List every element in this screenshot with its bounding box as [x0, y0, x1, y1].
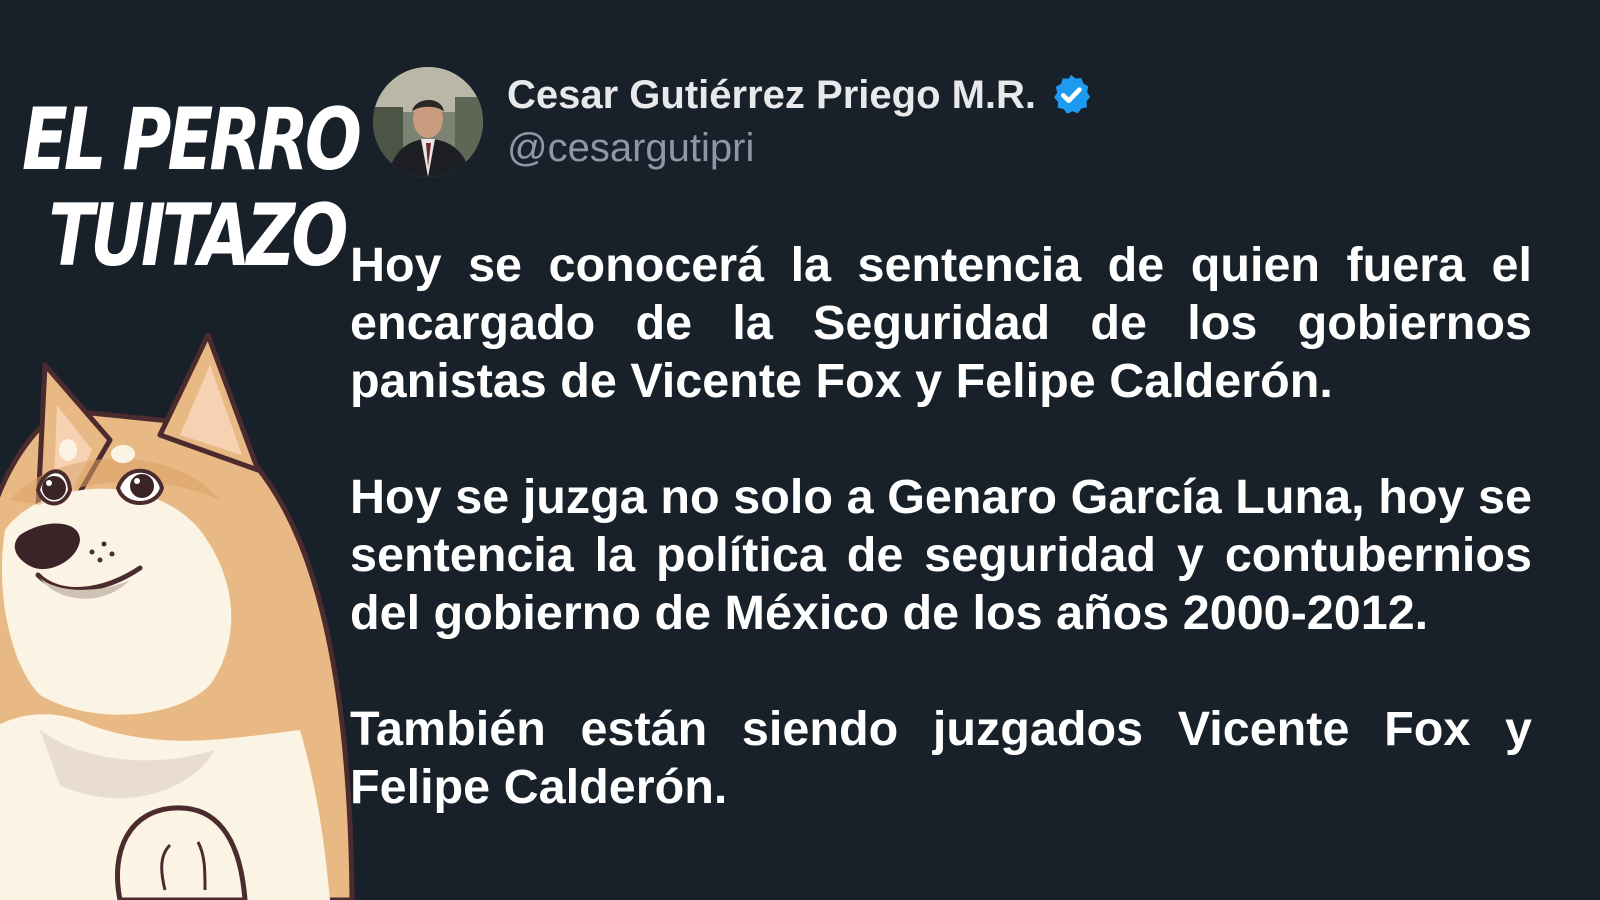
- tweet-paragraph-1: Hoy se conocerá la sentencia de quien fu…: [350, 238, 1532, 408]
- brand-title-line-2: TUITAZO: [48, 186, 349, 286]
- tweet-header: Cesar Gutiérrez Priego M.R. @cesargutipr…: [373, 66, 1094, 178]
- author-name-row: Cesar Gutiérrez Priego M.R.: [507, 71, 1094, 119]
- tweet-paragraph-2: Hoy se juzga no solo a Genaro García Lun…: [350, 470, 1532, 640]
- author-display-name[interactable]: Cesar Gutiérrez Priego M.R.: [507, 71, 1036, 119]
- brand-title: EL PERRO TUITAZO: [22, 90, 362, 286]
- brand-title-line-1: EL PERRO: [22, 90, 362, 190]
- author-handle[interactable]: @cesargutipri: [507, 123, 1094, 173]
- author-identity: Cesar Gutiérrez Priego M.R. @cesargutipr…: [507, 71, 1094, 173]
- doge-mascot-illustration: [0, 332, 355, 900]
- tweet-paragraph-3: También están siendo juzgados Vicente Fo…: [350, 702, 1532, 814]
- avatar[interactable]: [373, 67, 483, 177]
- tweet-body: Hoy se conocerá la sentencia de quien fu…: [350, 236, 1532, 816]
- verified-badge-icon: [1054, 74, 1091, 114]
- avatar-photo: [373, 67, 483, 177]
